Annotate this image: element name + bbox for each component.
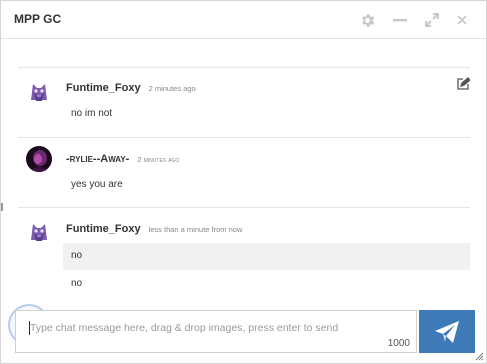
chat-message: Funtime_Foxy 2 minutes ago no im not	[18, 67, 471, 137]
chat-input[interactable]: Type chat message here, drag & drop imag…	[15, 310, 417, 353]
resize-handle[interactable]	[475, 352, 484, 361]
paper-plane-icon	[435, 320, 459, 343]
chat-window: MPP GC Funtime_Foxy 2 minutes ago no im …	[0, 0, 487, 364]
avatar[interactable]	[26, 218, 52, 244]
chat-input-placeholder: Type chat message here, drag & drop imag…	[30, 322, 339, 334]
avatar[interactable]	[26, 146, 52, 172]
chat-message: -rylie--Away- 2 minutes ago yes you are	[18, 137, 470, 207]
message-line: no im not	[71, 108, 113, 119]
avatar[interactable]	[26, 78, 52, 104]
message-timestamp: 2 minutes ago	[137, 155, 180, 164]
message-timestamp: 2 minutes ago	[148, 84, 196, 93]
character-counter: 1000	[387, 338, 410, 349]
close-icon[interactable]	[453, 11, 471, 29]
send-button[interactable]	[419, 310, 475, 353]
expand-icon[interactable]	[423, 11, 441, 29]
message-line: no	[63, 243, 470, 270]
message-list[interactable]: Funtime_Foxy 2 minutes ago no im not -ryl…	[1, 40, 486, 308]
message-author[interactable]: Funtime_Foxy less than a minute from now	[66, 223, 242, 235]
message-line: yes you are	[71, 179, 123, 190]
message-author[interactable]: Funtime_Foxy 2 minutes ago	[66, 82, 196, 94]
titlebar: MPP GC	[1, 1, 486, 39]
message-author[interactable]: -rylie--Away- 2 minutes ago	[66, 153, 179, 165]
scroll-indicator	[1, 203, 3, 211]
chat-message: Funtime_Foxy less than a minute from now …	[18, 207, 470, 308]
message-timestamp: less than a minute from now	[148, 225, 243, 234]
edit-icon[interactable]	[456, 77, 471, 91]
minimize-icon[interactable]	[391, 11, 409, 29]
gear-icon[interactable]	[358, 11, 376, 29]
window-title: MPP GC	[14, 12, 62, 26]
message-line: no	[71, 278, 83, 289]
